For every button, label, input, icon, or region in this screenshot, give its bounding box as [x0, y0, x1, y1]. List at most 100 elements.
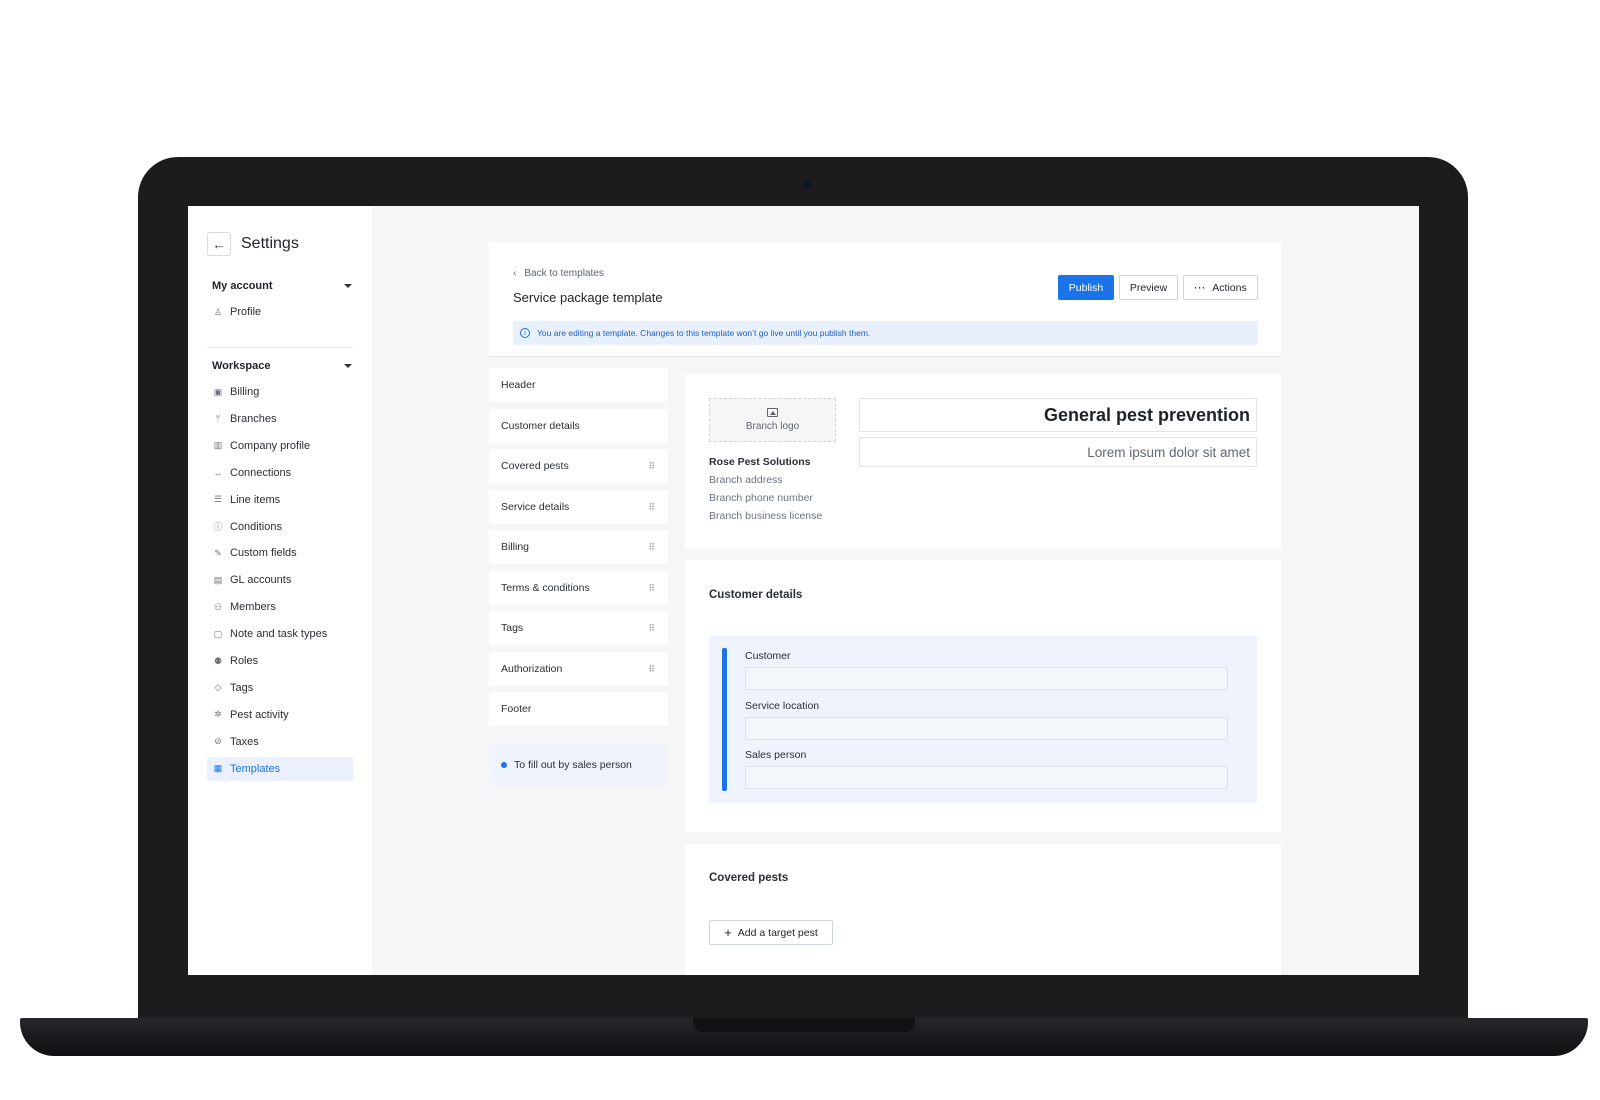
back-button[interactable]: ← — [207, 232, 231, 256]
field-label-service-location: Service location — [745, 700, 820, 712]
branch-license: Branch business license — [709, 510, 823, 522]
back-link-label: Back to templates — [524, 268, 604, 279]
app-screen: ← Settings My account ♙ Profile Workspac… — [188, 206, 1419, 975]
add-target-pest-button[interactable]: + Add a target pest — [709, 920, 833, 945]
section-item-label: Header — [501, 379, 536, 391]
sidebar-item-templates[interactable]: ▦ Templates — [207, 756, 353, 781]
sidebar-item-connections[interactable]: ↔ Connections — [207, 461, 353, 485]
covered-pests-heading: Covered pests — [709, 872, 789, 884]
field-label-customer: Customer — [745, 650, 791, 662]
laptop-notch — [693, 1018, 915, 1032]
sidebar-item-label: GL accounts — [230, 574, 292, 587]
branch-address: Branch address — [709, 474, 783, 486]
sidebar-item-label: Billing — [230, 386, 260, 398]
template-subtitle-input[interactable]: Lorem ipsum dolor sit amet — [859, 437, 1257, 467]
drag-handle-icon[interactable]: ⠿ — [648, 543, 655, 552]
info-icon: i — [520, 328, 530, 338]
field-label-sales-person: Sales person — [745, 749, 807, 761]
legend-text: To fill out by sales person — [514, 759, 632, 771]
more-icon: ··· — [1194, 282, 1207, 293]
camera-icon — [802, 180, 812, 190]
banner-text: You are editing a template. Changes to t… — [537, 328, 871, 338]
sidebar-item-note-and-task-types[interactable]: ▢ Note and task types — [207, 622, 353, 646]
section-item-label: Billing — [501, 541, 530, 553]
sidebar-item-label: Roles — [230, 655, 259, 667]
customer-field[interactable] — [745, 667, 1228, 690]
section-item-customer-details[interactable]: Customer details — [489, 408, 668, 443]
info-circle-icon: ⓘ — [213, 522, 223, 532]
preview-button[interactable]: Preview — [1119, 275, 1178, 300]
actions-label: Actions — [1212, 281, 1247, 294]
sidebar-title: Settings — [241, 235, 299, 252]
service-location-field[interactable] — [745, 717, 1228, 740]
sidebar-item-label: Taxes — [230, 735, 259, 748]
plus-icon: + — [724, 924, 732, 940]
drag-handle-icon[interactable]: ⠿ — [648, 624, 655, 633]
section-item-tags[interactable]: Tags ⠿ — [489, 611, 668, 645]
note-icon: ▢ — [213, 628, 223, 639]
back-to-templates-link[interactable]: ‹ Back to templates — [513, 268, 604, 279]
members-icon: ⚇ — [213, 601, 223, 612]
section-item-header[interactable]: Header — [489, 368, 668, 402]
section-label: Workspace — [212, 360, 271, 372]
section-item-label: Customer details — [501, 419, 580, 432]
drag-handle-icon[interactable]: ⠿ — [648, 462, 655, 471]
page-title: Service package template — [513, 290, 663, 305]
sidebar-item-tags[interactable]: ◇ Tags — [207, 676, 353, 700]
chevron-left-icon: ‹ — [513, 268, 517, 279]
section-my-account[interactable]: My account — [212, 280, 352, 292]
branch-logo-placeholder[interactable]: Branch logo — [709, 398, 836, 442]
branch-phone: Branch phone number — [709, 492, 813, 504]
section-label: My account — [212, 280, 273, 292]
sidebar-header: ← Settings — [207, 232, 299, 256]
editing-banner: i You are editing a template. Changes to… — [513, 321, 1258, 345]
sidebar-item-line-items[interactable]: ☰ Line items — [207, 488, 353, 512]
sidebar-item-branches[interactable]: ᛘ Branches — [207, 407, 353, 431]
caret-down-icon — [344, 284, 352, 288]
sidebar-item-profile[interactable]: ♙ Profile — [207, 300, 353, 324]
sidebar-item-custom-fields[interactable]: ✎ Custom fields — [207, 541, 353, 565]
template-title-input[interactable]: General pest prevention — [859, 398, 1257, 432]
section-workspace[interactable]: Workspace — [212, 360, 352, 372]
section-item-label: Service details — [501, 500, 570, 513]
sidebar-item-label: Custom fields — [230, 547, 297, 560]
arrows-icon: ↔ — [213, 467, 223, 478]
sidebar-divider — [207, 347, 353, 348]
sidebar-item-pest-activity[interactable]: ✲ Pest activity — [207, 703, 353, 727]
actions-button[interactable]: ··· Actions — [1183, 275, 1258, 300]
ledger-icon: ▤ — [213, 574, 223, 585]
template-icon: ▦ — [213, 763, 223, 774]
section-item-label: Authorization — [501, 662, 563, 675]
legend: To fill out by sales person — [489, 744, 668, 786]
branch-name: Rose Pest Solutions — [709, 456, 811, 468]
sidebar-item-company-profile[interactable]: ▥ Company profile — [207, 434, 353, 458]
add-pest-label: Add a target pest — [737, 926, 818, 939]
section-item-service-details[interactable]: Service details ⠿ — [489, 489, 668, 524]
sidebar-item-label: Conditions — [230, 520, 282, 533]
drag-handle-icon[interactable]: ⠿ — [648, 664, 655, 673]
sidebar-item-members[interactable]: ⚇ Members — [207, 595, 353, 619]
tag-icon: ◇ — [214, 682, 222, 693]
section-item-footer[interactable]: Footer — [489, 692, 668, 726]
section-item-billing[interactable]: Billing ⠿ — [489, 530, 668, 564]
sales-person-field[interactable] — [745, 766, 1228, 789]
section-item-covered-pests[interactable]: Covered pests ⠿ — [489, 449, 668, 483]
sidebar-item-taxes[interactable]: ⊘ Taxes — [207, 730, 353, 754]
section-item-terms-conditions[interactable]: Terms & conditions ⠿ — [489, 570, 668, 605]
covered-pests-card: Covered pests + Add a target pest — [685, 844, 1281, 975]
section-item-authorization[interactable]: Authorization ⠿ — [489, 651, 668, 686]
publish-button[interactable]: Publish — [1058, 275, 1114, 300]
sidebar-item-gl-accounts[interactable]: ▤ GL accounts — [207, 568, 353, 592]
drag-handle-icon[interactable]: ⠿ — [648, 583, 655, 592]
sidebar-item-conditions[interactable]: ⓘ Conditions — [207, 515, 353, 539]
sidebar-item-label: Connections — [230, 466, 292, 479]
sidebar-item-label: Profile — [230, 306, 262, 318]
roles-icon: ⚉ — [213, 655, 223, 666]
sidebar-item-label: Tags — [230, 681, 254, 694]
customer-fields-panel: Customer Service location Sales person — [709, 636, 1257, 803]
sidebar-item-billing[interactable]: ▣ Billing — [207, 380, 353, 404]
sidebar-item-label: Branches — [230, 412, 277, 425]
drag-handle-icon[interactable]: ⠿ — [648, 502, 655, 511]
sidebar-item-roles[interactable]: ⚉ Roles — [207, 649, 353, 673]
percent-icon: ⊘ — [214, 736, 222, 747]
